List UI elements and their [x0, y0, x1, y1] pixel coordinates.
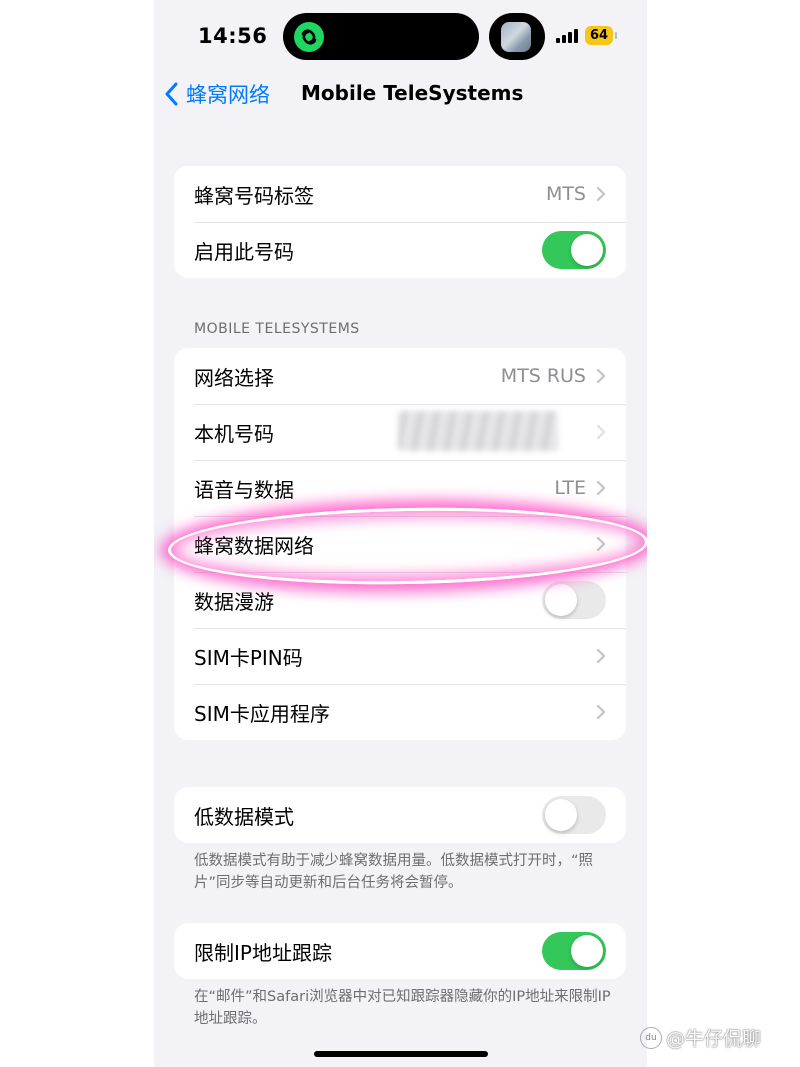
- toggle-knob: [571, 234, 603, 266]
- row-label: 启用此号码: [194, 239, 294, 264]
- row-value: MTS: [545, 183, 586, 205]
- chevron-right-icon: [596, 536, 606, 552]
- low-data-mode-group: 低数据模式: [174, 787, 626, 843]
- row-label: SIM卡应用程序: [194, 701, 330, 726]
- chevron-right-icon: [596, 186, 606, 202]
- row-label: 限制IP地址跟踪: [194, 940, 332, 965]
- section-header: MOBILE TELESYSTEMS: [194, 321, 360, 337]
- row-voice-data[interactable]: 语音与数据 LTE: [174, 460, 626, 516]
- row-enable-number: 启用此号码: [174, 222, 626, 278]
- row-network-selection[interactable]: 网络选择 MTS RUS: [174, 348, 626, 404]
- row-label: 蜂窝号码标签: [194, 183, 314, 208]
- watermark-text: @牛仔侃聊: [666, 1028, 762, 1050]
- row-sim-applications[interactable]: SIM卡应用程序: [174, 684, 626, 740]
- chevron-right-icon: [596, 704, 606, 720]
- toggle-knob: [545, 584, 577, 616]
- row-label: 蜂窝数据网络: [194, 533, 314, 558]
- toggle-knob: [545, 799, 577, 831]
- limit-ip-tracking-toggle[interactable]: [542, 932, 606, 970]
- chevron-right-icon: [596, 424, 606, 440]
- row-number-label[interactable]: 蜂窝号码标签 MTS: [174, 166, 626, 222]
- battery-indicator: 64: [585, 26, 613, 45]
- chevron-right-icon: [596, 480, 606, 496]
- back-label: 蜂窝网络: [186, 83, 270, 107]
- live-activity-thumbnail[interactable]: [489, 13, 545, 60]
- watermark: du @牛仔侃聊: [640, 1024, 761, 1051]
- chevron-left-icon: [165, 82, 178, 106]
- watermark-badge: du: [640, 1026, 662, 1049]
- row-label: 语音与数据: [194, 477, 294, 502]
- low-data-mode-footnote: 低数据模式有助于减少蜂窝数据用量。低数据模式打开时，“照片”同步等自动更新和后台…: [194, 853, 594, 891]
- row-value: MTS RUS: [500, 365, 586, 387]
- redacted-phone-number: [398, 411, 558, 451]
- phone-screen: 14:56 64 蜂窝网络 Mobile TeleSystems 蜂窝号码标签 …: [154, 0, 647, 1067]
- number-settings-group: 蜂窝号码标签 MTS 启用此号码: [174, 166, 626, 278]
- row-data-roaming: 数据漫游: [174, 572, 626, 628]
- row-cellular-data-network[interactable]: 蜂窝数据网络: [174, 516, 626, 572]
- row-value: LTE: [554, 477, 586, 499]
- row-label: 数据漫游: [194, 589, 274, 614]
- chevron-right-icon: [596, 368, 606, 384]
- dynamic-island[interactable]: [283, 13, 479, 60]
- row-label: SIM卡PIN码: [194, 645, 303, 670]
- row-limit-ip-tracking: 限制IP地址跟踪: [174, 923, 626, 979]
- row-low-data-mode: 低数据模式: [174, 787, 626, 843]
- battery-nub: [615, 32, 617, 39]
- ip-tracking-group: 限制IP地址跟踪: [174, 923, 626, 979]
- low-data-mode-toggle[interactable]: [542, 796, 606, 834]
- row-label: 网络选择: [194, 365, 274, 390]
- signal-icon: [556, 29, 578, 43]
- status-time: 14:56: [198, 24, 268, 48]
- row-label: 低数据模式: [194, 804, 294, 829]
- carrier-settings-group: 网络选择 MTS RUS 本机号码 语音与数据 LTE 蜂窝数据网络 数据漫游 …: [174, 348, 626, 740]
- enable-number-toggle[interactable]: [542, 231, 606, 269]
- toggle-knob: [571, 935, 603, 967]
- back-button[interactable]: 蜂窝网络: [164, 76, 270, 112]
- data-roaming-toggle[interactable]: [542, 581, 606, 619]
- ip-tracking-footnote: 在“邮件”和Safari浏览器中对已知跟踪器隐藏你的IP地址来限制IP地址跟踪。: [194, 989, 611, 1027]
- row-sim-pin[interactable]: SIM卡PIN码: [174, 628, 626, 684]
- home-indicator[interactable]: [314, 1051, 488, 1057]
- link-icon: [294, 22, 324, 52]
- media-thumbnail: [501, 22, 531, 52]
- chevron-right-icon: [596, 648, 606, 664]
- page-title: Mobile TeleSystems: [301, 81, 524, 105]
